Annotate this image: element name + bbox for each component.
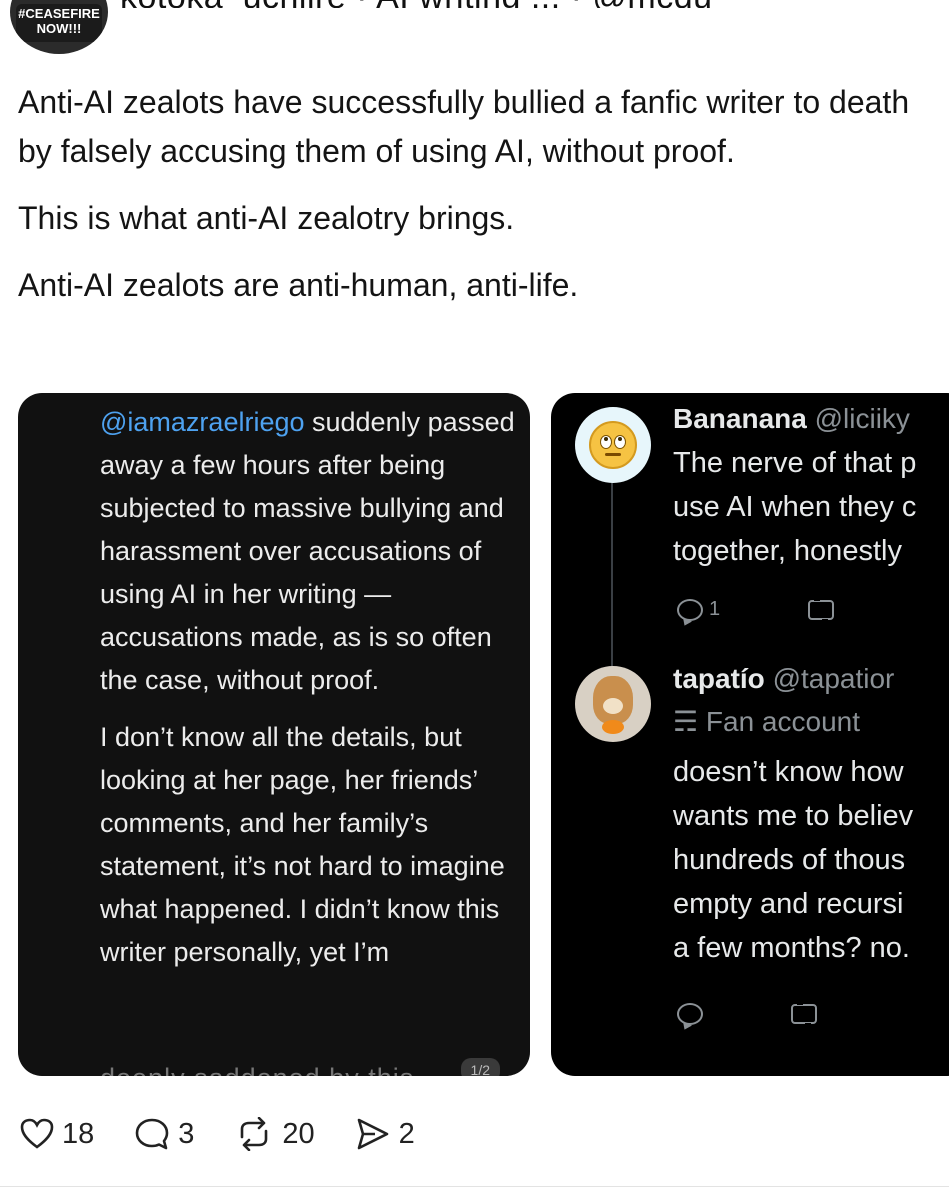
badge-line-2: NOW!!!: [36, 21, 82, 36]
reply-button[interactable]: 3: [134, 1117, 194, 1151]
media-left-paragraph-1: @iamazraelriego suddenly passed away a f…: [100, 401, 520, 702]
tweet2-actions: [677, 1003, 817, 1025]
tweet2-avatar: [575, 666, 651, 742]
media-image-right[interactable]: Bananana @liciiky The nerve of that p us…: [551, 393, 949, 1076]
repost-count: 20: [282, 1117, 315, 1150]
eye-roll-emoji-icon: [589, 421, 637, 469]
post-body: Anti-AI zealots have successfully bullie…: [18, 78, 938, 328]
retweet-icon: [808, 598, 835, 621]
heart-icon: [20, 1118, 54, 1150]
tweet1-actions: 1: [677, 598, 835, 621]
media-left-partial-line: deeply saddened by this: [100, 1063, 414, 1076]
tweet2-line-2: wants me to believ: [673, 800, 914, 832]
repost-button[interactable]: 20: [234, 1117, 315, 1151]
retweet-icon: [791, 1003, 817, 1025]
send-icon: [355, 1117, 391, 1151]
tweet1-avatar: [575, 407, 651, 483]
post-paragraph-2: This is what anti-AI zealotry brings.: [18, 200, 515, 236]
mention-link[interactable]: @iamazraelriego: [100, 407, 305, 437]
reply-icon: [677, 1003, 703, 1025]
thread-line: [611, 481, 613, 671]
tweet2-line-5: a few months? no.: [673, 932, 910, 964]
tweet2-author: tapatío @tapatior: [673, 663, 894, 695]
tweet1-line-1: The nerve of that p: [673, 447, 917, 479]
media-image-left[interactable]: @iamazraelriego suddenly passed away a f…: [18, 393, 530, 1076]
like-count: 18: [62, 1117, 95, 1150]
speech-bubble-icon: [134, 1117, 170, 1151]
media-pager: 1/2: [460, 1058, 500, 1076]
tweet2-name: tapatío: [673, 663, 765, 694]
theater-masks-icon: ☴: [673, 706, 699, 737]
tweet1-line-3: together, honestly: [673, 535, 902, 567]
share-button[interactable]: 2: [355, 1117, 415, 1151]
repost-icon: [234, 1117, 274, 1151]
tweet1-name: Bananana: [673, 403, 807, 434]
tweet1-reply-count: 1: [709, 598, 721, 620]
tweet2-line-4: empty and recursi: [673, 888, 904, 920]
pumpkin-image: [602, 720, 624, 734]
tweet2-line-3: hundreds of thous: [673, 844, 906, 876]
post-actions-bar: 18 3 20 2: [20, 1112, 455, 1156]
fan-account-label: ☴ Fan account: [673, 705, 860, 738]
post-paragraph-1: Anti-AI zealots have successfully bullie…: [18, 84, 910, 169]
media-left-paragraph-2: I don’t know all the details, but lookin…: [100, 722, 505, 967]
badge-line-1: #CEASEFIRE: [18, 6, 100, 21]
bottom-divider: [0, 1186, 949, 1187]
post-paragraph-3: Anti-AI zealots are anti-human, anti-lif…: [18, 267, 579, 303]
like-button[interactable]: 18: [20, 1118, 94, 1151]
tweet1-handle: @liciiky: [814, 403, 910, 434]
tweet2-handle: @tapatior: [772, 663, 895, 694]
media-left-paragraph-1-text: suddenly passed away a few hours after b…: [100, 407, 515, 695]
dog-image: [593, 676, 633, 724]
share-count: 2: [398, 1117, 415, 1150]
reply-count: 3: [178, 1117, 195, 1150]
ceasefire-badge: #CEASEFIRE NOW!!!: [16, 4, 102, 42]
tweet1-line-2: use AI when they c: [673, 491, 917, 523]
fan-account-text: Fan account: [705, 706, 860, 737]
author-header-cutoff: kotoka_uchijre · AI writing ... · @mcdu: [120, 0, 940, 8]
tweet2-text: doesn’t know how wants me to believ hund…: [673, 750, 949, 970]
tweet2-line-1: doesn’t know how: [673, 756, 904, 788]
tweet1-text: The nerve of that p use AI when they c t…: [673, 441, 949, 573]
media-left-text: @iamazraelriego suddenly passed away a f…: [100, 401, 520, 988]
tweet1-author: Bananana @liciiky: [673, 403, 910, 435]
author-avatar[interactable]: #CEASEFIRE NOW!!!: [10, 0, 108, 54]
reply-icon: [677, 598, 703, 621]
